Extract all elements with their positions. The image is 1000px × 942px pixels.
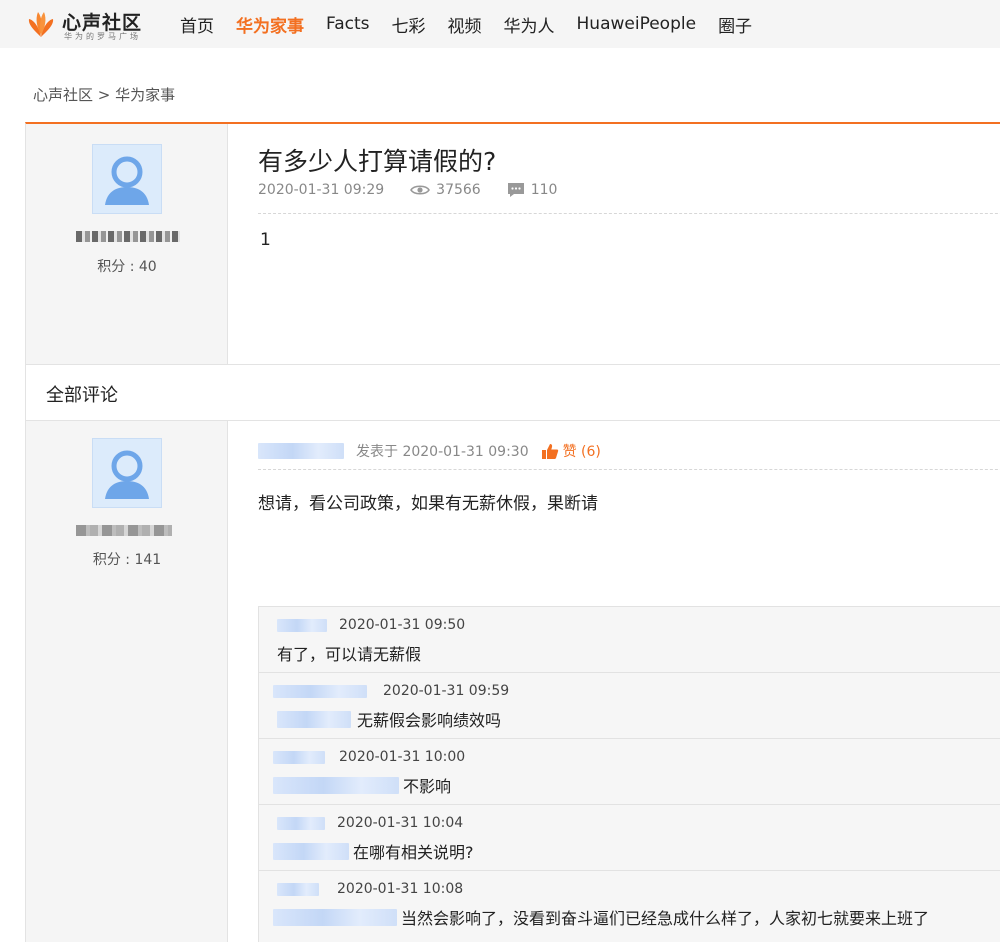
list-item: 2020-01-31 10:00 不影响 [259,739,1000,805]
site-logo[interactable]: 心声社区 华为的罗马广场 [24,6,164,42]
author-score: 积分 : 141 [92,552,162,568]
author-score: 积分 : 40 [97,259,157,275]
default-avatar-icon [93,145,161,213]
sub-comment-text: 在哪有相关说明? [353,843,474,862]
breadcrumb[interactable]: 心声社区 > 华为家事 [33,84,175,105]
sub-comments-list: 2020-01-31 09:50 有了，可以请无薪假 2020-01-31 09… [258,606,1000,942]
post-content: 1 [260,230,271,250]
comments-count: 110 [530,182,558,198]
commenter-name-blurred[interactable] [277,618,327,632]
post-title: 有多少人打算请假的? [258,147,497,176]
comments-header: 全部评论 [26,365,1000,421]
nav-item-circles[interactable]: 圈子 [718,12,752,37]
logo-subtitle: 华为的罗马广场 [64,32,141,41]
comments-section-title: 全部评论 [46,385,118,406]
post-body: 有多少人打算请假的? 2020-01-31 09:29 37566 110 1 [228,124,1000,365]
mention-blurred[interactable] [273,908,397,926]
nav-item-facts[interactable]: Facts [326,14,370,34]
mention-blurred[interactable] [273,842,349,860]
nav-item-huaweipeople[interactable]: HuaweiPeople [577,14,697,34]
divider [258,469,1000,470]
default-avatar-icon [93,439,161,507]
comment-icon [507,183,524,197]
sub-comment-time: 2020-01-31 10:08 [337,881,464,897]
nav-item-home[interactable]: 首页 [180,12,214,37]
top-navigation-bar: 心声社区 华为的罗马广场 首页 华为家事 Facts 七彩 视频 华为人 Hua… [0,0,1000,48]
eye-icon [410,185,431,195]
main-nav: 首页 华为家事 Facts 七彩 视频 华为人 HuaweiPeople 圈子 [180,0,774,48]
mention-blurred[interactable] [277,710,351,728]
views-count: 37566 [436,182,481,198]
reply-content: 想请，看公司政策，如果有无薪休假，果断请 [258,494,598,514]
sub-comment-text: 无薪假会影响绩效吗 [357,711,502,730]
reply-body: 发表于 2020-01-31 09:30 赞 (6) 想请，看公司政策，如果有无… [228,421,1000,942]
commenter-name-blurred[interactable] [277,816,325,830]
reply-posted-time: 发表于 2020-01-31 09:30 [356,444,529,460]
list-item: 2020-01-31 09:59 无薪假会影响绩效吗 [259,673,1000,739]
list-item: 2020-01-31 10:08 当然会影响了，没看到奋斗逼们已经急成什么样了，… [259,871,1000,937]
thumbs-up-icon [541,443,558,459]
nav-item-video[interactable]: 视频 [448,12,482,37]
like-button[interactable]: 赞 (6) [541,441,601,461]
commenter-name-blurred[interactable] [273,684,367,698]
sub-comment-time: 2020-01-31 09:50 [339,617,466,633]
post-date: 2020-01-31 09:29 [258,182,385,198]
commenter-name-blurred[interactable] [277,882,319,896]
avatar[interactable] [92,144,162,214]
reply-meta: 发表于 2020-01-31 09:30 赞 (6) [258,441,601,461]
sub-comment-time: 2020-01-31 09:59 [383,683,510,699]
divider [258,213,1000,214]
sub-comment-text: 当然会影响了，没看到奋斗逼们已经急成什么样了，人家初七就要来上班了 [401,909,930,928]
post-author-panel: 积分 : 40 [26,124,228,365]
nav-item-colors[interactable]: 七彩 [392,12,426,37]
sub-comment-text: 有了，可以请无薪假 [277,645,422,664]
logo-petals-icon [28,12,54,37]
author-name-blurred[interactable] [76,231,180,242]
nav-item-huawei-people-cn[interactable]: 华为人 [504,12,555,37]
author-name-blurred[interactable] [76,525,172,536]
replier-name-blurred[interactable] [258,443,344,459]
views-stat: 37566 [410,182,481,198]
sub-comment-time: 2020-01-31 10:04 [337,815,464,831]
reply-author-panel: 积分 : 141 [26,421,228,942]
sub-comment-time: 2020-01-31 10:00 [339,749,466,765]
nav-item-huawei-family[interactable]: 华为家事 [236,12,304,37]
thread-container: 积分 : 40 有多少人打算请假的? 2020-01-31 09:29 3756… [25,122,1000,942]
avatar[interactable] [92,438,162,508]
like-label: 赞 (6) [562,444,601,460]
comments-stat: 110 [507,182,558,198]
sub-comment-text: 不影响 [403,777,452,796]
post-meta: 2020-01-31 09:29 37566 110 [258,182,583,198]
list-item: 2020-01-31 10:04 在哪有相关说明? [259,805,1000,871]
mention-blurred[interactable] [273,776,399,794]
commenter-name-blurred[interactable] [273,750,325,764]
list-item: 2020-01-31 09:50 有了，可以请无薪假 [259,607,1000,673]
